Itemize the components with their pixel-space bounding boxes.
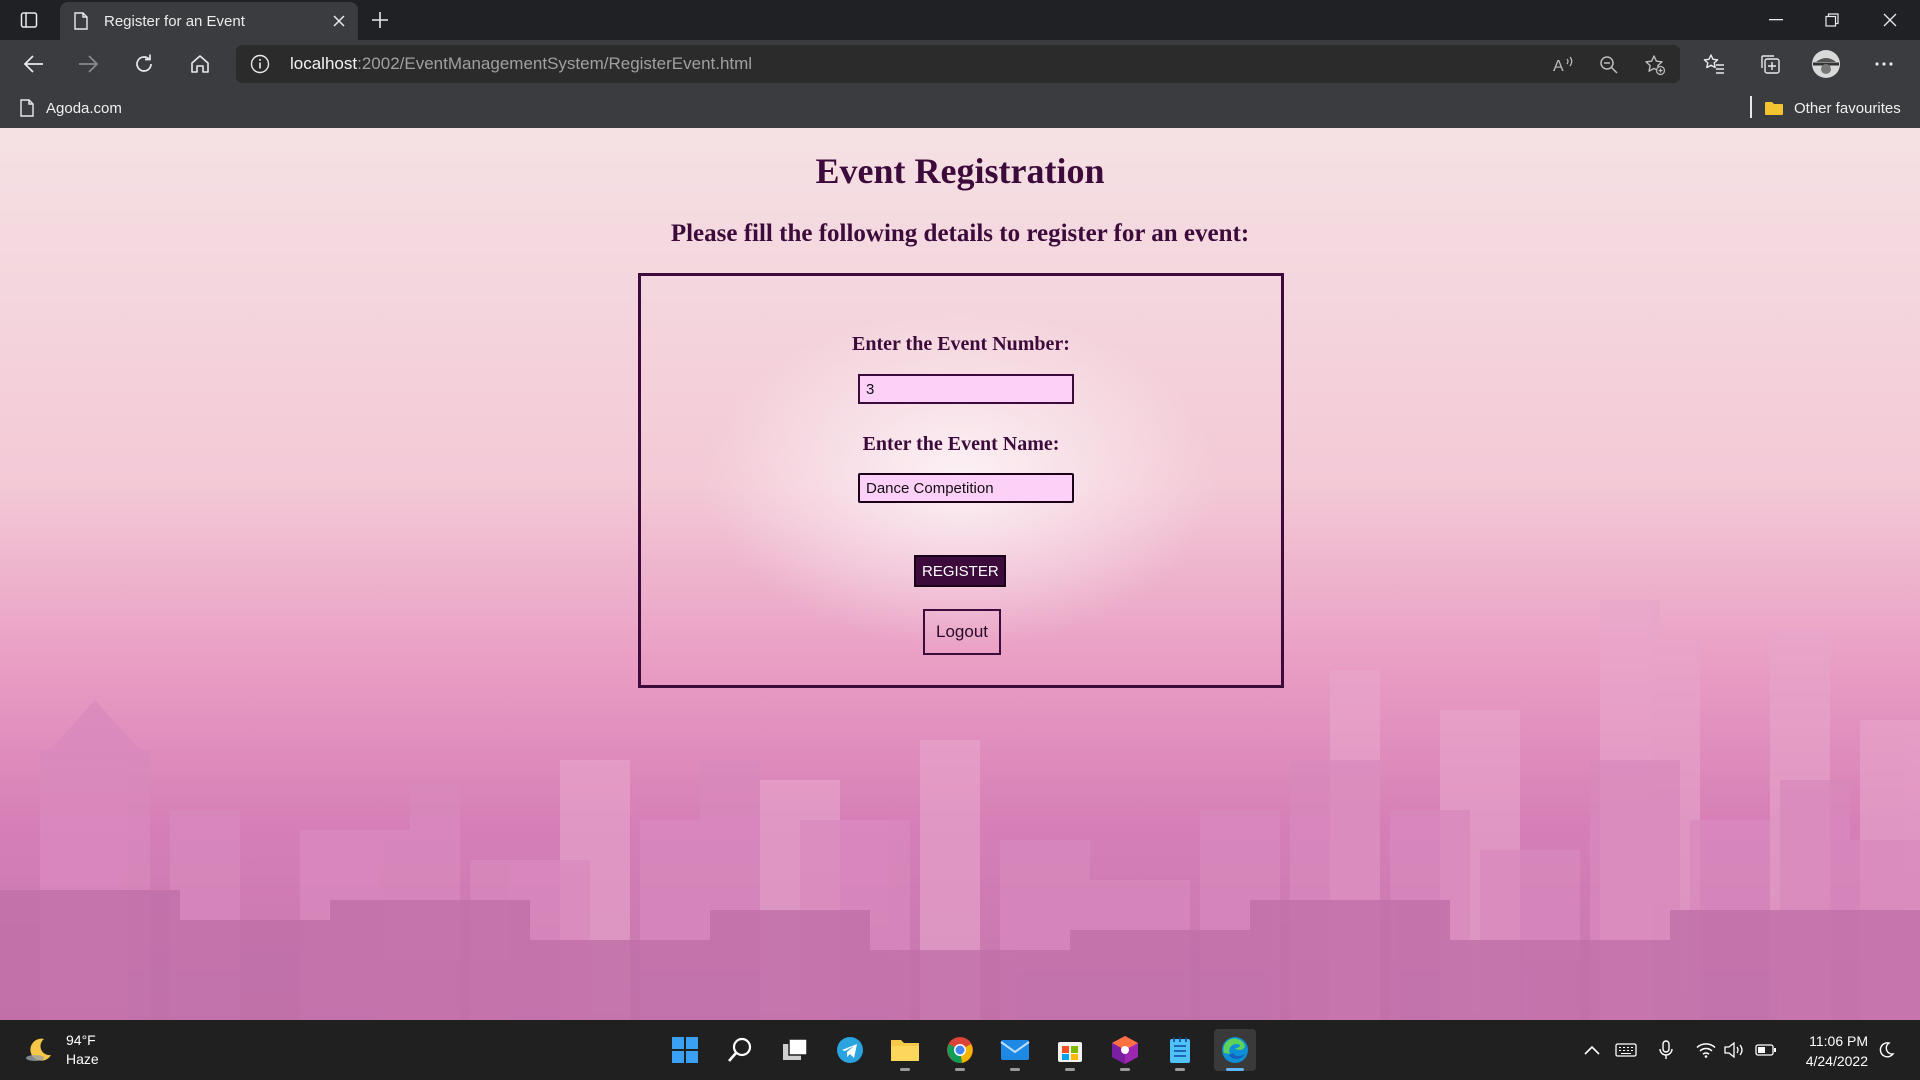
clock-time: 11:06 PM (1809, 1033, 1868, 1049)
url-host: localhost (290, 54, 358, 73)
page-title: Event Registration (815, 151, 1105, 191)
keyboard-icon[interactable] (1614, 1038, 1638, 1062)
running-indicator (1226, 1068, 1244, 1071)
other-favorites-label: Other favourites (1794, 99, 1901, 117)
tab-register-event[interactable]: Register for an Event (60, 2, 358, 40)
running-indicator (1065, 1068, 1075, 1071)
zoom-out-icon[interactable] (1596, 52, 1622, 78)
site-info-icon[interactable] (250, 54, 270, 74)
favorite-agoda-label: Agoda.com (46, 99, 122, 117)
page-content: Event Registration Please fill the follo… (0, 128, 1920, 1020)
tab-strip: Register for an Event (0, 0, 1920, 40)
forward-icon[interactable] (72, 48, 104, 80)
microphone-icon[interactable] (1654, 1038, 1678, 1062)
start-icon[interactable] (664, 1029, 706, 1071)
edge-icon[interactable] (1214, 1029, 1256, 1071)
event-number-input[interactable] (858, 374, 1074, 404)
chrome-icon[interactable] (939, 1029, 981, 1071)
browser-chrome: Register for an Event localhost:2002/Eve… (0, 0, 1920, 128)
registration-form: Enter the Event Number: Enter the Event … (638, 273, 1284, 688)
back-icon[interactable] (18, 48, 50, 80)
navigation-bar: localhost:2002/EventManagementSystem/Reg… (0, 40, 1920, 88)
battery-icon[interactable] (1754, 1038, 1778, 1062)
weather-widget[interactable]: 94°F Haze (24, 1030, 99, 1070)
favorites-icon[interactable] (1698, 48, 1730, 80)
register-button[interactable]: REGISTER (914, 555, 1006, 587)
wifi-icon[interactable] (1694, 1038, 1718, 1062)
page-icon (74, 12, 92, 30)
url-path: :2002/EventManagementSystem/RegisterEven… (357, 54, 753, 73)
weather-temperature: 94°F (66, 1032, 96, 1048)
running-indicator (900, 1068, 910, 1071)
url-text[interactable]: localhost:2002/EventManagementSystem/Reg… (290, 54, 752, 74)
tab-title: Register for an Event (104, 12, 245, 30)
running-indicator (1120, 1068, 1130, 1071)
mail-icon[interactable] (994, 1029, 1036, 1071)
favorite-agoda[interactable]: Agoda.com (20, 96, 122, 120)
other-favorites[interactable]: Other favourites (1764, 96, 1901, 120)
more-options-icon[interactable] (1868, 48, 1900, 80)
dev-app-icon[interactable] (1104, 1029, 1146, 1071)
new-tab-icon[interactable] (368, 8, 392, 32)
running-indicator (1010, 1068, 1020, 1071)
close-tab-icon[interactable] (330, 12, 348, 30)
telegram-icon[interactable] (829, 1029, 871, 1071)
address-bar[interactable]: localhost:2002/EventManagementSystem/Reg… (236, 45, 1680, 83)
refresh-icon[interactable] (128, 48, 160, 80)
minimize-icon[interactable] (1748, 0, 1804, 40)
weather-description: Haze (66, 1051, 99, 1067)
volume-icon[interactable] (1722, 1038, 1746, 1062)
svg-text:A: A (1553, 58, 1564, 75)
clock[interactable]: 11:06 PM 4/24/2022 (1806, 1031, 1868, 1071)
close-window-icon[interactable] (1862, 0, 1918, 40)
ms-store-icon[interactable] (1049, 1029, 1091, 1071)
notifications-icon[interactable] (1874, 1038, 1898, 1062)
tab-actions-icon[interactable] (18, 9, 40, 31)
notepad-icon[interactable] (1159, 1029, 1201, 1071)
page-subtitle: Please fill the following details to reg… (670, 220, 1250, 247)
clock-date: 4/24/2022 (1805, 1053, 1868, 1069)
event-name-label: Enter the Event Name: (862, 433, 1060, 455)
folder-icon (1765, 102, 1783, 115)
favorites-divider (1750, 96, 1752, 118)
favorites-bar: Agoda.com Other favourites (0, 88, 1920, 128)
restore-icon[interactable] (1804, 0, 1860, 40)
home-icon[interactable] (184, 48, 216, 80)
logout-button[interactable]: Logout (923, 609, 1001, 655)
file-explorer-icon[interactable] (884, 1029, 926, 1071)
page-icon (20, 99, 34, 117)
chevron-up-icon[interactable] (1580, 1038, 1604, 1062)
read-aloud-icon[interactable]: A (1550, 52, 1576, 78)
search-icon[interactable] (719, 1029, 761, 1071)
add-favorite-icon[interactable] (1642, 52, 1668, 78)
taskbar: 94°F Haze 11:06 PM 4/24/2022 (0, 1020, 1920, 1080)
running-indicator (955, 1068, 965, 1071)
profile-avatar[interactable] (1810, 48, 1842, 80)
running-indicator (1175, 1068, 1185, 1071)
event-number-label: Enter the Event Number: (852, 333, 1070, 355)
collections-icon[interactable] (1754, 48, 1786, 80)
moon-icon (26, 1038, 51, 1061)
task-view-icon[interactable] (774, 1029, 816, 1071)
event-name-input[interactable] (858, 473, 1074, 503)
